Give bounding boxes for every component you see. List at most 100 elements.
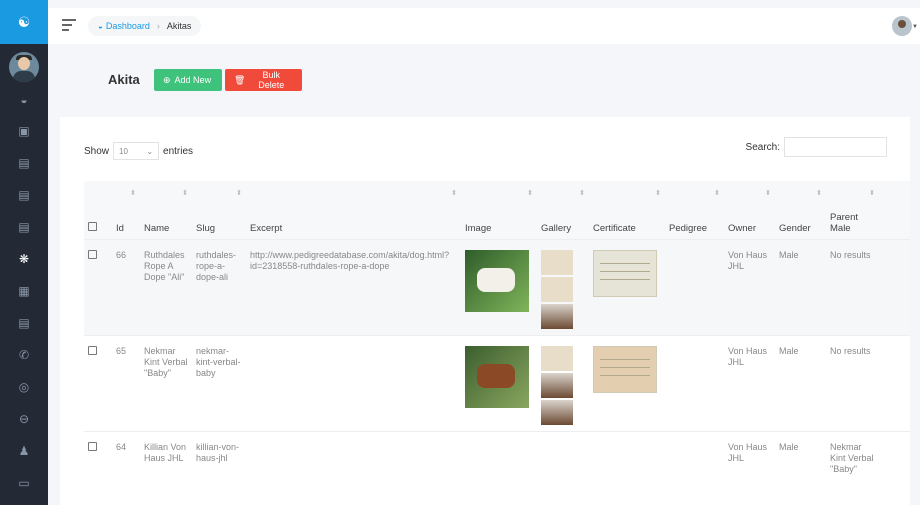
breadcrumb-home[interactable]: ◒ Dashboard [98,21,150,31]
truncated-cell [879,238,910,335]
dog-image[interactable] [465,345,529,408]
user-icon[interactable]: ♟ [17,444,31,458]
column-header-pedigree[interactable]: Pedigree [665,205,724,239]
user-avatar[interactable] [892,16,912,36]
dashboard-icon[interactable]: ◒ [17,93,31,107]
calendar-icon[interactable]: ▦ [17,284,31,298]
breadcrumb: ◒ Dashboard › Akitas [88,16,202,36]
cell-parent-male: No results [826,334,879,431]
cell-name: Ruthdales Rope A Dope "Ali" [140,238,192,335]
cell-slug: killian-von-haus-jhl [192,430,246,501]
sort-icon[interactable]: ⬍ [192,181,246,205]
row-checkbox[interactable] [88,441,97,451]
breadcrumb-separator-icon: › [156,21,160,31]
sort-icon[interactable]: ⬍ [246,181,461,205]
column-header-image[interactable]: Image [461,205,537,239]
lock-icon[interactable]: ⊖ [17,412,31,426]
search-label: Search: [745,141,780,153]
entries-value: 10 [119,146,128,156]
document-icon[interactable]: ▤ [17,188,31,202]
sort-icon[interactable]: ⬍ [775,181,826,205]
trash-icon: 🗑 [234,74,246,85]
cell-id: 65 [112,334,140,431]
sort-icon[interactable]: ⬍ [140,181,192,205]
gauge-icon[interactable]: ◎ [17,380,31,394]
add-new-button[interactable]: ⊕ Add New [154,69,222,91]
bulk-delete-button[interactable]: 🗑 Bulk Delete [225,69,302,91]
document-icon[interactable]: ▤ [17,156,31,170]
table-row: 66 Ruthdales Rope A Dope "Ali" ruthdales… [84,238,910,335]
chevron-down-icon: ⌄ [146,146,154,156]
breadcrumb-home-label: Dashboard [105,21,150,31]
image-icon[interactable]: ▣ [17,124,31,138]
select-all-checkbox[interactable] [88,221,97,231]
cell-gender: Male [775,238,826,335]
column-header-excerpt[interactable]: Excerpt [246,205,461,239]
table-row: 65 Nekmar Kint Verbal "Baby" nekmar-kint… [84,334,910,431]
cell-excerpt [246,334,461,431]
menu-toggle-icon[interactable] [62,19,76,31]
monitor-icon[interactable]: ▭ [17,476,31,490]
certificate-image[interactable] [593,249,657,297]
plus-circle-icon: ⊕ [163,74,171,85]
column-header-gender[interactable]: Gender [775,205,826,239]
sort-icon[interactable]: ⬍ [826,181,879,205]
show-label: Show [84,145,110,157]
search-input[interactable] [784,137,887,157]
logo-icon: ☯ [17,13,31,30]
column-header-slug[interactable]: Slug [192,205,246,239]
phone-icon[interactable]: ✆ [17,348,31,362]
cell-slug: ruthdales-rope-a-dope-ali [192,238,246,335]
truncated-cell [879,334,910,431]
data-table-card: Show 10 ⌄ entries Search: ⬍ ⬍ ⬍ ⬍ ⬍ ⬍ ⬍ [60,117,910,505]
gallery-thumbnails[interactable] [541,345,573,425]
add-new-label: Add New [174,75,212,85]
cell-gender: Male [775,430,826,501]
column-header-owner[interactable]: Owner [724,205,775,239]
cell-name: Nekmar Kint Verbal "Baby" [140,334,192,431]
paw-icon[interactable]: ❋ [17,252,31,266]
cell-owner: Von Haus JHL [724,334,775,431]
page-title: Akita [108,72,140,87]
column-header-name[interactable]: Name [140,205,192,239]
app-logo[interactable]: ☯ [0,0,48,44]
row-checkbox[interactable] [88,345,97,355]
chevron-down-icon[interactable]: ▼ [912,24,918,30]
sort-icon[interactable]: ⬍ [665,181,724,205]
cell-owner: Von Haus JHL [724,430,775,501]
breadcrumb-current: Akitas [166,21,192,31]
cell-excerpt: http://www.pedigreedatabase.com/akita/do… [246,238,461,335]
column-header-parent-male[interactable]: Parent Male [826,205,879,239]
dashboard-icon: ◒ [98,21,103,31]
cell-pedigree [665,238,724,335]
column-header-id[interactable]: Id [112,205,140,239]
sort-icon[interactable]: ⬍ [461,181,537,205]
sort-icon[interactable]: ⬍ [112,181,140,205]
truncated-cell [879,430,910,501]
entries-select[interactable]: 10 ⌄ [113,142,160,160]
entries-label: entries [163,145,194,157]
column-header-certificate[interactable]: Certificate [589,205,665,239]
bulk-delete-label: Bulk Delete [258,70,285,90]
cell-parent-male: Nekmar Kint Verbal "Baby" [826,430,879,501]
cell-pedigree [665,430,724,501]
dog-image[interactable] [465,249,529,312]
sidebar-avatar[interactable] [9,52,39,82]
akita-table: ⬍ ⬍ ⬍ ⬍ ⬍ ⬍ ⬍ ⬍ ⬍ ⬍ ⬍ Id Name Slug Excer… [84,181,910,501]
cell-owner: Von Haus JHL [724,238,775,335]
sort-icon[interactable]: ⬍ [537,181,589,205]
sidebar: ☯ ◒ ▣ ▤ ▤ ▤ ❋ ▦ ▤ ✆ ◎ ⊖ ♟ ▭ [0,0,48,505]
entries-length: Show 10 ⌄ entries [84,142,193,160]
row-checkbox[interactable] [88,249,97,259]
document-icon[interactable]: ▤ [17,220,31,234]
column-header-gallery[interactable]: Gallery [537,205,589,239]
certificate-image[interactable] [593,345,657,393]
list-icon[interactable]: ▤ [17,316,31,330]
cell-id: 64 [112,430,140,501]
cell-id: 66 [112,238,140,335]
cell-gender: Male [775,334,826,431]
sort-icon[interactable]: ⬍ [589,181,665,205]
sort-icon[interactable]: ⬍ [724,181,775,205]
cell-name: Killian Von Haus JHL [140,430,192,501]
gallery-thumbnails[interactable] [541,249,573,329]
